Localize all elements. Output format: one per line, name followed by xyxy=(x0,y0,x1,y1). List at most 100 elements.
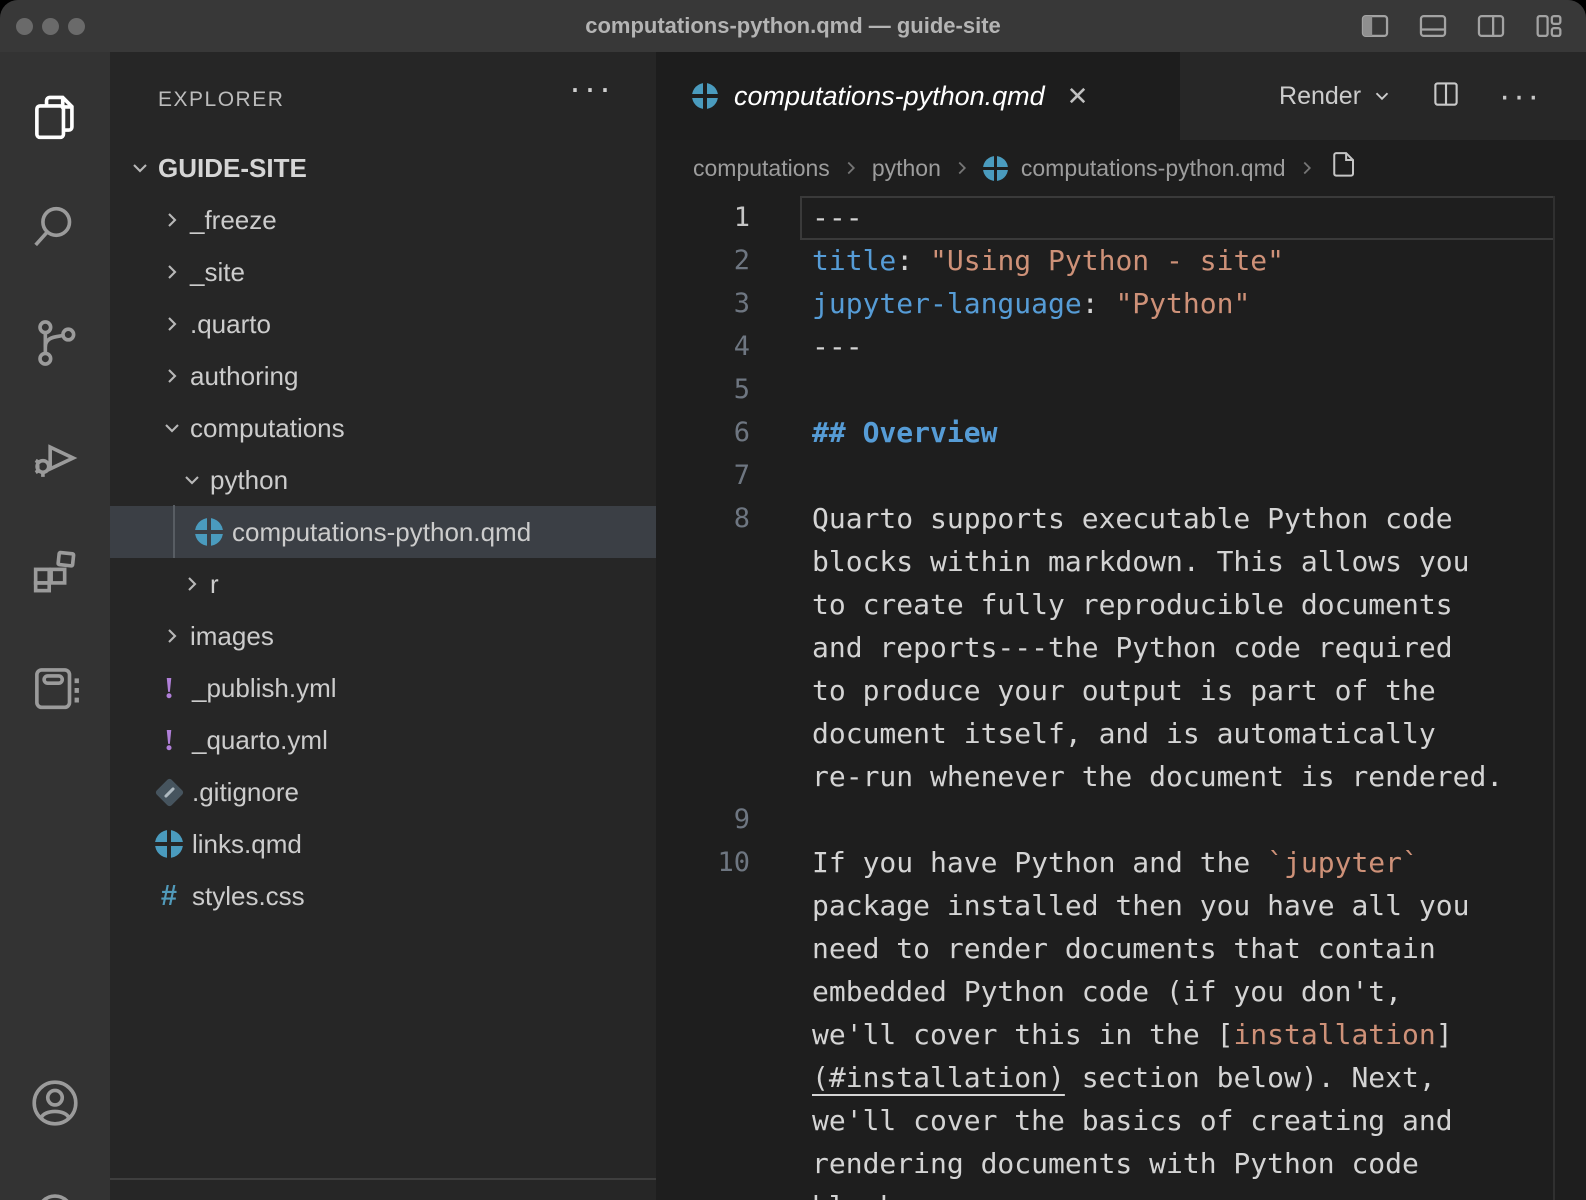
chevron-down-icon xyxy=(160,416,184,440)
code-line-content: we'll cover this in the [installation] xyxy=(750,1013,1453,1056)
code-row[interactable]: embedded Python code (if you don't, xyxy=(656,970,1586,1013)
tree-item-label: images xyxy=(190,621,274,652)
search-icon[interactable] xyxy=(26,199,84,257)
code-line-content: embedded Python code (if you don't, xyxy=(750,970,1402,1013)
code-row[interactable]: 4--- xyxy=(656,325,1586,368)
split-editor-icon[interactable] xyxy=(1429,77,1463,116)
code-line-content: to create fully reproducible documents xyxy=(750,583,1453,626)
tree-item-images[interactable]: images xyxy=(110,610,656,662)
code-row[interactable]: to produce your output is part of the xyxy=(656,669,1586,712)
code-row[interactable]: 8Quarto supports executable Python code xyxy=(656,497,1586,540)
more-actions-icon[interactable] xyxy=(1499,79,1542,113)
code-editor[interactable]: 1---2title: "Using Python - site"3jupyte… xyxy=(656,196,1586,1200)
tree-item-label: .gitignore xyxy=(192,777,299,808)
explorer-icon[interactable] xyxy=(26,89,84,147)
tree-item-label: styles.css xyxy=(192,881,305,912)
chevron-down-icon xyxy=(180,468,204,492)
line-number xyxy=(656,970,750,1013)
code-row[interactable]: we'll cover the basics of creating and xyxy=(656,1099,1586,1142)
code-line-content xyxy=(750,798,812,841)
code-row[interactable]: 2title: "Using Python - site" xyxy=(656,239,1586,282)
tree-item-r[interactable]: r xyxy=(110,558,656,610)
tree-item-label: computations-python.qmd xyxy=(232,517,531,548)
tree-item-computations-python-qmd[interactable]: computations-python.qmd xyxy=(110,506,656,558)
tree-item-label: _site xyxy=(190,257,245,288)
explorer-more-actions-icon[interactable] xyxy=(569,70,614,106)
source-control-icon[interactable] xyxy=(26,314,84,372)
line-number xyxy=(656,884,750,927)
code-row[interactable]: 10If you have Python and the `jupyter` xyxy=(656,841,1586,884)
outline-section-header[interactable]: OUTLINE xyxy=(110,1184,656,1200)
code-row[interactable]: and reports---the Python code required xyxy=(656,626,1586,669)
code-row[interactable]: (#installation) section below). Next, xyxy=(656,1056,1586,1099)
line-number xyxy=(656,1142,750,1185)
tree-item--freeze[interactable]: _freeze xyxy=(110,194,656,246)
code-row[interactable]: 1--- xyxy=(656,196,1586,239)
window-title: computations-python.qmd — guide-site xyxy=(0,13,1586,39)
minimize-window-button[interactable] xyxy=(42,18,59,35)
line-number xyxy=(656,927,750,970)
code-row[interactable]: 9 xyxy=(656,798,1586,841)
code-row[interactable]: we'll cover this in the [installation] xyxy=(656,1013,1586,1056)
activity-bar xyxy=(0,52,110,1200)
quarto-file-icon xyxy=(155,830,183,858)
code-row[interactable]: re-run whenever the document is rendered… xyxy=(656,755,1586,798)
notebook-icon[interactable] xyxy=(26,659,84,717)
tree-item-label: _freeze xyxy=(190,205,277,236)
tree-item--publish-yml[interactable]: !_publish.yml xyxy=(110,662,656,714)
tree-item--site[interactable]: _site xyxy=(110,246,656,298)
code-row[interactable]: blocks. xyxy=(656,1185,1586,1200)
line-number xyxy=(656,1099,750,1142)
code-row[interactable]: 7 xyxy=(656,454,1586,497)
account-icon[interactable] xyxy=(26,1074,84,1132)
code-row[interactable]: 5 xyxy=(656,368,1586,411)
editor-actions: Render xyxy=(1279,52,1586,140)
code-line-content xyxy=(750,368,812,411)
tree-item-authoring[interactable]: authoring xyxy=(110,350,656,402)
code-line-content: jupyter-language: "Python" xyxy=(750,282,1250,325)
run-and-debug-icon[interactable] xyxy=(26,429,84,487)
tree-item-label: .quarto xyxy=(190,309,271,340)
tree-item-computations[interactable]: computations xyxy=(110,402,656,454)
settings-gear-icon[interactable] xyxy=(26,1184,84,1200)
tree-item-styles-css[interactable]: #styles.css xyxy=(110,870,656,922)
chevron-right-icon xyxy=(180,572,204,596)
code-line-content: document itself, and is automatically xyxy=(750,712,1436,755)
code-row[interactable]: package installed then you have all you xyxy=(656,884,1586,927)
tree-item-python[interactable]: python xyxy=(110,454,656,506)
code-row[interactable]: need to render documents that contain xyxy=(656,927,1586,970)
code-row[interactable]: 3jupyter-language: "Python" xyxy=(656,282,1586,325)
toggle-secondary-sidebar-icon[interactable] xyxy=(1474,9,1508,43)
tree-item--quarto-yml[interactable]: !_quarto.yml xyxy=(110,714,656,766)
code-row[interactable]: blocks within markdown. This allows you xyxy=(656,540,1586,583)
tab-computations-python[interactable]: computations-python.qmd xyxy=(656,52,1180,140)
breadcrumb-item[interactable]: python xyxy=(872,155,941,182)
close-window-button[interactable] xyxy=(16,18,33,35)
code-row[interactable]: document itself, and is automatically xyxy=(656,712,1586,755)
zoom-window-button[interactable] xyxy=(68,18,85,35)
tree-indent-guide xyxy=(173,505,175,558)
code-row[interactable]: to create fully reproducible documents xyxy=(656,583,1586,626)
chevron-right-icon xyxy=(160,624,184,648)
close-tab-icon[interactable] xyxy=(1067,81,1089,112)
line-number: 5 xyxy=(656,368,750,411)
breadcrumb-item[interactable]: computations xyxy=(693,155,830,182)
tree-item--quarto[interactable]: .quarto xyxy=(110,298,656,350)
code-row[interactable]: 6## Overview xyxy=(656,411,1586,454)
tree-item-links-qmd[interactable]: links.qmd xyxy=(110,818,656,870)
extensions-icon[interactable] xyxy=(26,544,84,602)
code-line-content: rendering documents with Python code xyxy=(750,1142,1419,1185)
code-row[interactable]: rendering documents with Python code xyxy=(656,1142,1586,1185)
toggle-sidebar-icon[interactable] xyxy=(1358,9,1392,43)
toggle-panel-icon[interactable] xyxy=(1416,9,1450,43)
tab-title: computations-python.qmd xyxy=(734,81,1045,112)
git-file-icon xyxy=(154,777,184,807)
customize-layout-icon[interactable] xyxy=(1532,9,1566,43)
render-button[interactable]: Render xyxy=(1279,82,1393,111)
tree-item-guide-site[interactable]: GUIDE-SITE xyxy=(110,142,656,194)
tree-item--gitignore[interactable]: .gitignore xyxy=(110,766,656,818)
yaml-file-icon: ! xyxy=(164,722,174,758)
breadcrumb-item[interactable]: computations-python.qmd xyxy=(1021,155,1286,182)
code-line-content: ## Overview xyxy=(750,411,997,454)
line-number xyxy=(656,712,750,755)
